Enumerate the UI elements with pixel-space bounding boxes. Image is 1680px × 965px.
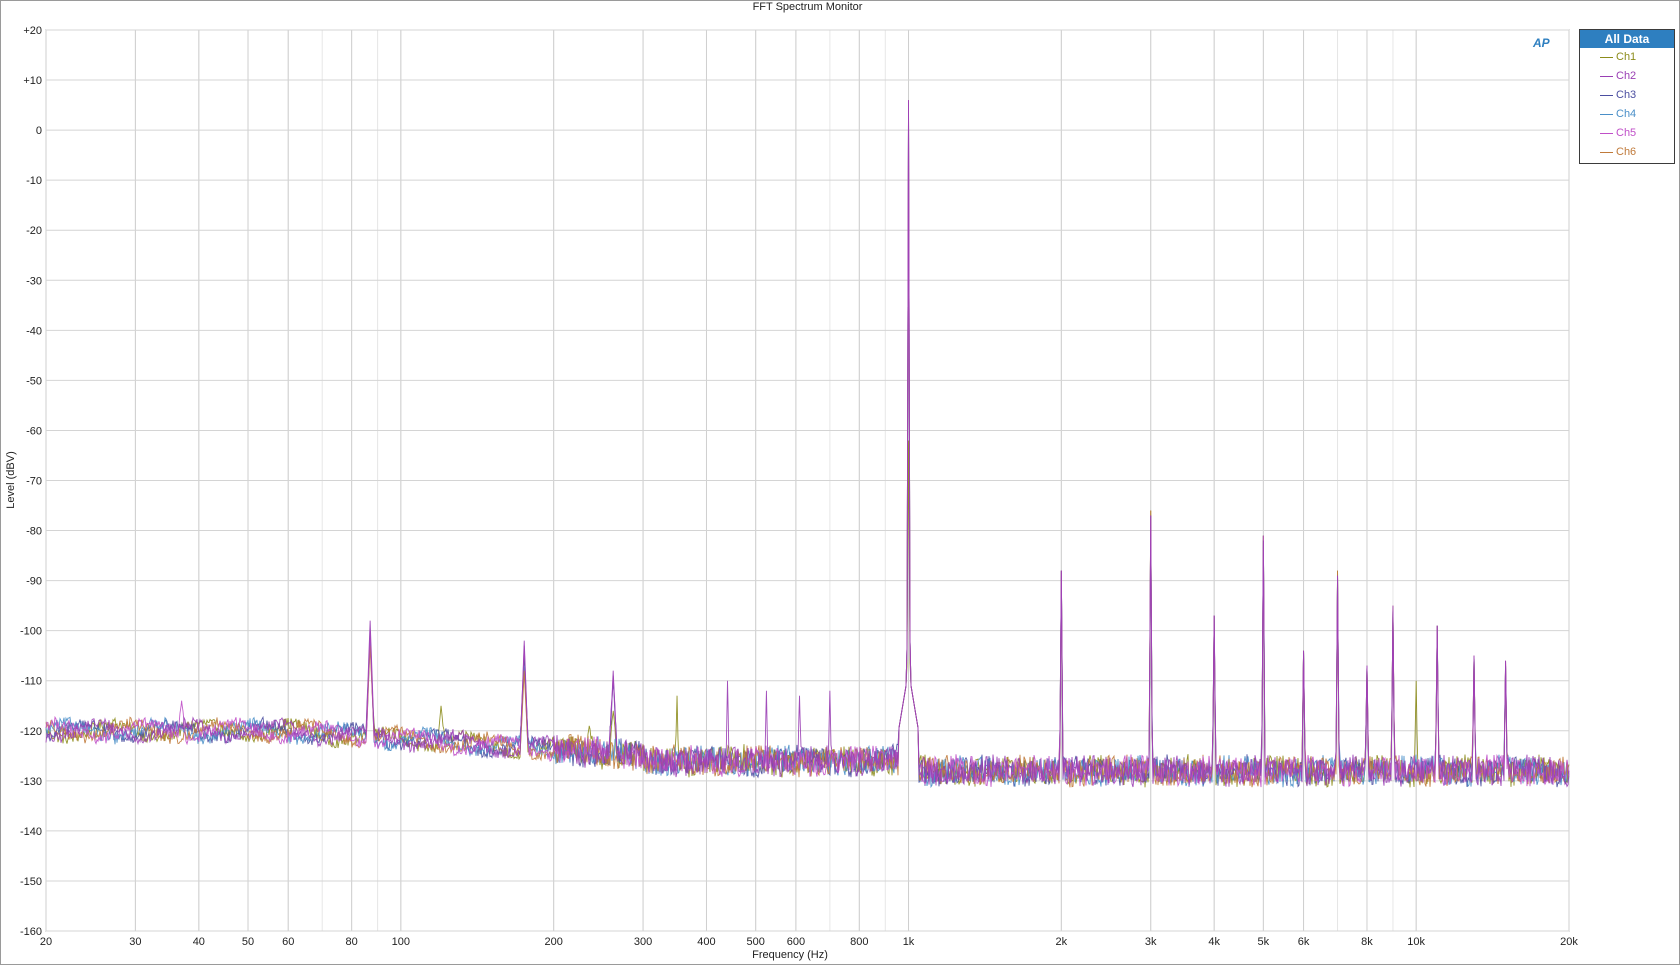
x-tick-label: 10k [1407, 936, 1425, 948]
legend-item[interactable]: Ch4 [1580, 105, 1674, 124]
y-tick-label: -100 [20, 626, 42, 638]
x-tick-label: 6k [1298, 936, 1310, 948]
y-tick-label: -90 [26, 576, 42, 588]
legend-swatch [1600, 57, 1613, 58]
legend-item[interactable]: Ch1 [1580, 48, 1674, 67]
legend-item[interactable]: Ch5 [1580, 124, 1674, 143]
legend-label: Ch3 [1616, 89, 1637, 101]
fft-plot: 20 30 40 50 60 80 100 200 300 400 500 600 800 1k 2k 3k 4… [5, 25, 1578, 961]
y-tick-label: -110 [21, 676, 42, 688]
x-tick-label: 50 [242, 936, 254, 948]
legend-label: Ch2 [1616, 70, 1637, 82]
legend-swatch [1600, 152, 1613, 153]
legend-swatch [1600, 95, 1613, 96]
x-tick-label: 1k [903, 936, 915, 948]
x-tick-label: 8k [1361, 936, 1373, 948]
legend-label: Ch4 [1616, 108, 1637, 120]
x-tick-label: 2k [1056, 936, 1068, 948]
x-tick-label: 60 [282, 936, 294, 948]
x-axis-label: Frequency (Hz) [752, 949, 828, 961]
y-tick-label: -120 [20, 726, 42, 738]
legend: All Data Ch1 Ch2 Ch3 Ch4 Ch5 Ch6 [1579, 29, 1675, 164]
x-tick-label: 4k [1208, 936, 1220, 948]
y-tick-label: -80 [26, 526, 42, 538]
y-tick-label: -140 [20, 826, 42, 838]
y-tick-label: -60 [26, 425, 42, 437]
legend-swatch [1600, 76, 1613, 77]
x-tick-label: 20k [1560, 936, 1578, 948]
y-tick-label: -50 [26, 375, 42, 387]
x-tick-label: 80 [346, 936, 358, 948]
y-tick-label: -30 [26, 275, 42, 287]
x-tick-label: 500 [747, 936, 765, 948]
x-tick-label: 100 [392, 936, 410, 948]
y-tick-label: -130 [20, 776, 42, 788]
x-tick-label: 200 [544, 936, 562, 948]
legend-label: Ch6 [1616, 146, 1637, 158]
y-tick-label: +10 [23, 75, 42, 87]
y-tick-label: -150 [20, 876, 42, 888]
y-tick-label: -70 [26, 476, 42, 488]
ap-logo-icon: AP [1533, 36, 1550, 50]
x-tick-label: 800 [850, 936, 868, 948]
y-tick-label: -10 [26, 175, 42, 187]
x-tick-label: 40 [193, 936, 205, 948]
x-tick-label: 3k [1145, 936, 1157, 948]
legend-item[interactable]: Ch3 [1580, 86, 1674, 105]
legend-swatch [1600, 133, 1613, 134]
legend-label: Ch5 [1616, 127, 1637, 139]
x-tick-label: 5k [1258, 936, 1270, 948]
legend-label: Ch1 [1616, 51, 1637, 63]
y-tick-label: -20 [26, 225, 42, 237]
legend-item[interactable]: Ch2 [1580, 67, 1674, 86]
x-tick-label: 600 [787, 936, 805, 948]
y-tick-label: -40 [26, 325, 42, 337]
x-tick-label: 30 [129, 936, 141, 948]
x-tick-label: 400 [697, 936, 715, 948]
y-tick-label: +20 [23, 25, 42, 37]
y-axis-label: Level (dBV) [5, 451, 17, 508]
x-tick-label: 300 [634, 936, 652, 948]
legend-item[interactable]: Ch6 [1580, 143, 1674, 162]
legend-swatch [1600, 114, 1613, 115]
y-tick-label: 0 [36, 125, 42, 137]
legend-title[interactable]: All Data [1580, 30, 1674, 48]
y-tick-label: -160 [20, 926, 42, 938]
